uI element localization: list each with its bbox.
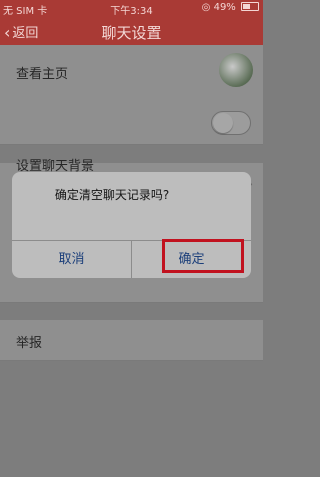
avatar xyxy=(219,53,253,87)
row-label-homepage: 查看主页 xyxy=(16,67,69,82)
cancel-button[interactable]: 取消 xyxy=(12,241,131,278)
alarm-icon: ◎ xyxy=(201,2,211,13)
row-toggle xyxy=(0,99,263,145)
navigation-bar: ‹ 返回 聊天设置 xyxy=(0,17,263,45)
row-label-report: 举报 xyxy=(16,336,43,351)
row-report[interactable]: 举报 xyxy=(0,320,263,361)
row-view-homepage[interactable]: 查看主页 xyxy=(0,45,263,100)
battery-icon xyxy=(241,2,259,11)
highlight-box xyxy=(162,239,244,273)
status-bar: 无 SIM 卡 下午3:34 ◎ 49% xyxy=(0,0,263,17)
battery-percent: 49% xyxy=(213,2,236,13)
status-right: ◎ 49% xyxy=(202,2,259,13)
page-title: 聊天设置 xyxy=(101,24,162,42)
toggle-knob xyxy=(213,113,233,133)
toggle-switch[interactable] xyxy=(211,111,251,135)
dialog-message: 确定清空聊天记录吗? xyxy=(54,188,170,202)
